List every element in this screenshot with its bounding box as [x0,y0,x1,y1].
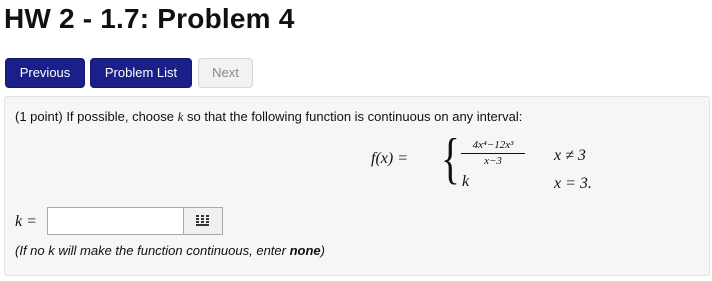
case-one-condition: x ≠ 3 [554,147,586,164]
fraction-numerator: 4x⁴−12x³ [461,139,525,154]
function-name: f(x) = [371,150,408,167]
piecewise-brace: { [441,128,460,190]
hint-suffix: ) [320,243,325,258]
points-label: (1 point) [15,109,63,124]
fraction-denominator: x−3 [484,155,502,167]
answer-label: k = [15,213,37,230]
prompt-text-b: so that the following function is contin… [183,109,523,124]
next-button[interactable]: Next [198,58,253,88]
fraction: 4x⁴−12x³ x−3 [461,139,525,167]
case-two-condition: x = 3. [554,175,592,192]
problem-list-button[interactable]: Problem List [90,58,192,88]
keypad-icon [196,215,209,226]
hint-prefix: (If no k will make the function continuo… [15,243,290,258]
hint-bold: none [289,243,321,258]
page-title: HW 2 - 1.7: Problem 4 [4,3,295,34]
prompt-text-a: If possible, choose [62,109,178,124]
previous-button[interactable]: Previous [5,58,85,88]
problem-panel: (1 point) If possible, choose k so that … [4,96,710,276]
keypad-button[interactable] [183,207,223,235]
answer-input[interactable] [47,207,183,235]
problem-prompt: (1 point) If possible, choose k so that … [15,109,522,125]
hint-text: (If no k will make the function continuo… [15,243,325,258]
case-two-value: k [462,173,470,190]
